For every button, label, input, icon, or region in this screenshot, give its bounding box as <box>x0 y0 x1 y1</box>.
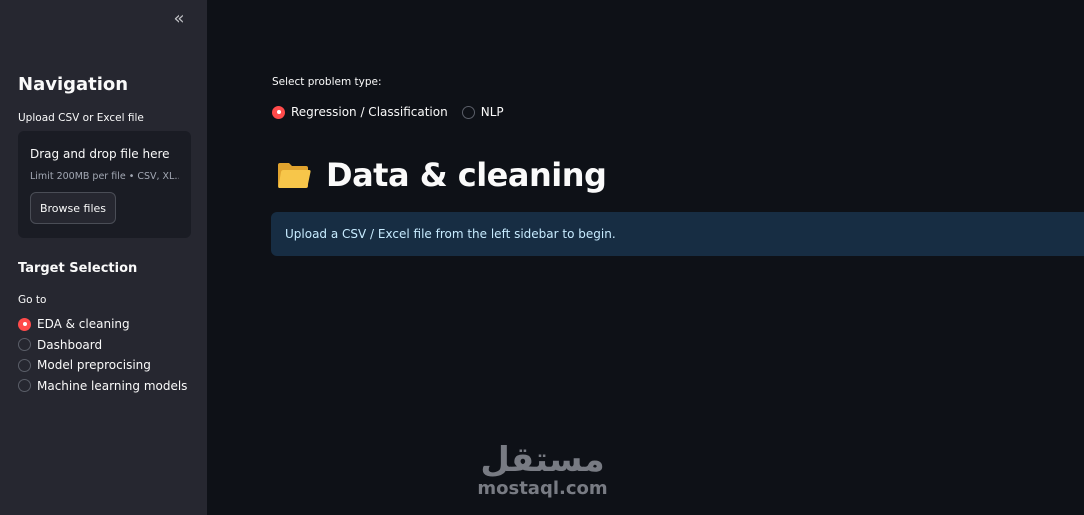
problem-option-nlp[interactable]: NLP <box>461 102 504 122</box>
info-alert-text: Upload a CSV / Excel file from the left … <box>285 227 616 241</box>
dropzone-limit: Limit 200MB per file • CSV, XL… <box>30 171 179 182</box>
page-option-ml-models[interactable]: Machine learning models <box>18 376 187 397</box>
problem-option-label: NLP <box>480 105 504 119</box>
watermark: مستقل mostaql.com <box>470 440 615 499</box>
goto-label: Go to <box>18 294 47 306</box>
page-option-label: EDA & cleaning <box>37 317 130 332</box>
file-dropzone[interactable]: Drag and drop file here Limit 200MB per … <box>18 131 191 238</box>
page-option-label: Model preprocising <box>37 358 151 373</box>
problem-option-regression[interactable]: Regression / Classification <box>272 102 448 122</box>
info-alert: Upload a CSV / Excel file from the left … <box>271 212 1084 256</box>
problem-type-label: Select problem type: <box>272 76 382 88</box>
dropzone-title: Drag and drop file here <box>30 147 170 161</box>
radio-icon[interactable] <box>18 317 31 331</box>
page-option-label: Dashboard <box>37 337 103 352</box>
upload-label: Upload CSV or Excel file <box>18 112 144 124</box>
page-option-dashboard[interactable]: Dashboard <box>18 335 187 356</box>
radio-icon[interactable] <box>272 105 285 119</box>
radio-icon[interactable] <box>18 338 31 352</box>
page-option-eda[interactable]: EDA & cleaning <box>18 314 187 335</box>
page-header: Data & cleaning <box>276 156 607 194</box>
page-option-label: Machine learning models <box>37 378 188 393</box>
sidebar: « Navigation Upload CSV or Excel file Dr… <box>0 0 207 515</box>
collapse-sidebar-icon[interactable]: « <box>168 8 190 30</box>
watermark-arabic: مستقل <box>480 440 605 480</box>
target-selection-title: Target Selection <box>18 261 138 276</box>
problem-type-radio-group: Regression / Classification NLP <box>272 102 504 122</box>
problem-option-label: Regression / Classification <box>291 105 448 119</box>
page-option-preprocessing[interactable]: Model preprocising <box>18 355 187 376</box>
folder-icon <box>278 163 311 188</box>
browse-files-button[interactable]: Browse files <box>30 192 116 224</box>
app-window: « Navigation Upload CSV or Excel file Dr… <box>0 0 1084 515</box>
page-radio-group: EDA & cleaning Dashboard Model preprocis… <box>18 314 187 396</box>
page-title: Data & cleaning <box>326 156 607 194</box>
radio-icon[interactable] <box>461 105 475 119</box>
watermark-latin: mostaql.com <box>477 478 608 499</box>
radio-icon[interactable] <box>18 358 31 372</box>
radio-icon[interactable] <box>18 379 31 393</box>
navigation-title: Navigation <box>18 74 129 95</box>
